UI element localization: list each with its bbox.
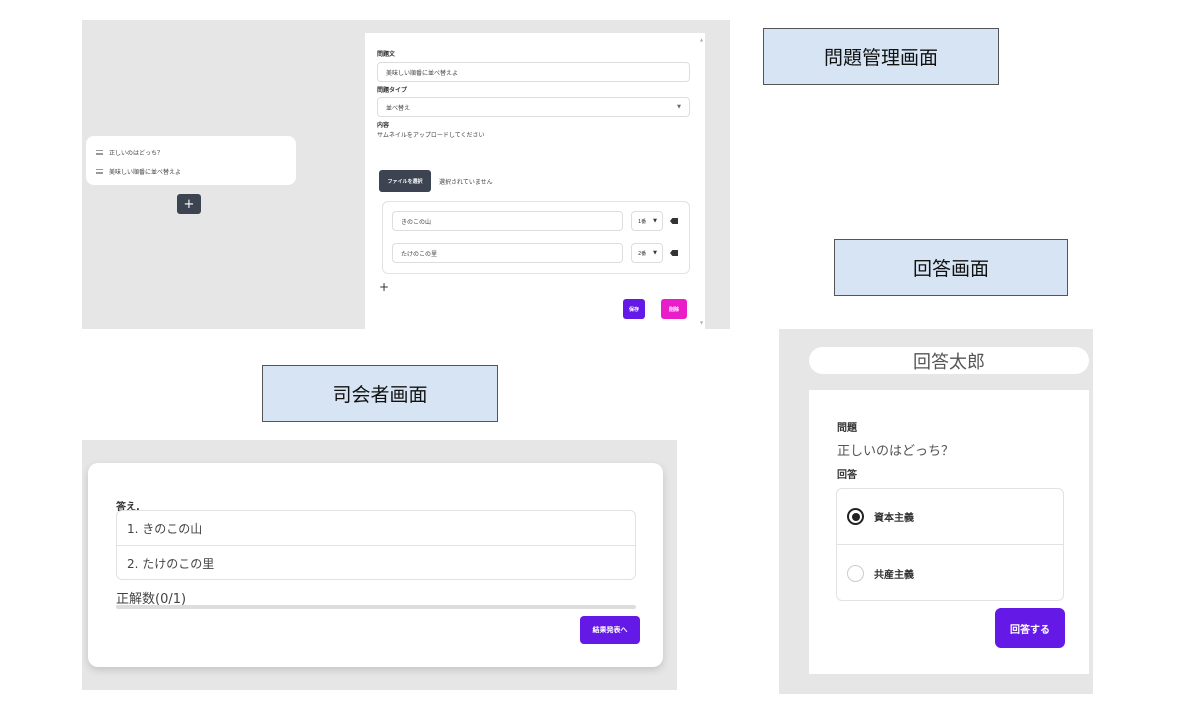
question-list-item-label: 美味しい順番に並べ替えよ: [109, 169, 182, 176]
order-select[interactable]: 2番 ▼: [631, 243, 663, 263]
scroll-down-icon[interactable]: ▼: [700, 320, 703, 325]
add-choice-button[interactable]: +: [379, 280, 389, 294]
save-button[interactable]: 保存: [623, 299, 645, 319]
question-text: 正しいのはどっち？: [837, 444, 955, 459]
drag-handle-icon[interactable]: [96, 169, 103, 174]
order-value: 1番: [638, 218, 647, 225]
caption-host-screen: 司会者画面: [262, 365, 498, 422]
question-list-item-label: 正しいのはどっち？: [109, 150, 164, 157]
answer-options: 資本主義 共産主義: [836, 488, 1064, 601]
chevron-down-icon: ▼: [653, 250, 657, 256]
chevron-down-icon: ▼: [677, 104, 681, 110]
caption-admin-screen: 問題管理画面: [763, 28, 999, 85]
question-text-input[interactable]: 美味しい順番に並べ替えよ: [377, 62, 690, 82]
list-item: 1. きのこの山: [117, 511, 635, 546]
question-editor: 問題文 美味しい順番に並べ替えよ 問題タイプ 並べ替え ▼ 内容 サムネイルをア…: [365, 33, 705, 329]
backspace-icon[interactable]: [670, 218, 678, 224]
option-capitalism[interactable]: 資本主義: [837, 489, 1063, 545]
question-list-item[interactable]: 美味しい順番に並べ替えよ: [96, 167, 181, 176]
order-select[interactable]: 1番 ▼: [631, 211, 663, 231]
answer-list: 1. きのこの山 2. たけのこの里: [116, 510, 636, 580]
choice-input[interactable]: たけのこの里: [392, 243, 623, 263]
answer-card: 問題 正しいのはどっち？ 回答 資本主義 共産主義 回答する: [809, 390, 1089, 674]
host-screen: 答え. 1. きのこの山 2. たけのこの里 正解数(0/1) 結果発表へ: [82, 440, 677, 690]
scroll-up-icon[interactable]: ▲: [700, 37, 703, 42]
host-card: 答え. 1. きのこの山 2. たけのこの里 正解数(0/1) 結果発表へ: [88, 463, 663, 667]
question-type-value: 並べ替え: [386, 104, 411, 112]
backspace-icon[interactable]: [670, 250, 678, 256]
submit-answer-button[interactable]: 回答する: [995, 608, 1065, 648]
scrollbar[interactable]: ▲ ▼: [699, 33, 705, 329]
drag-handle-icon[interactable]: [96, 150, 103, 155]
file-status-text: 選択されていません: [439, 179, 493, 186]
question-label: 問題: [837, 423, 857, 434]
question-text-label: 問題文: [377, 51, 396, 58]
option-label: 共産主義: [874, 569, 914, 581]
thumbnail-upload-text: サムネイルをアップロードしてください: [377, 132, 485, 139]
answerer-name: 回答太郎: [809, 347, 1089, 374]
admin-screen: 正しいのはどっち？ 美味しい順番に並べ替えよ + 問題文 美味しい順番に並べ替え…: [82, 20, 730, 329]
result-announce-button[interactable]: 結果発表へ: [580, 616, 640, 644]
choices-box: きのこの山 1番 ▼ たけのこの里 2番 ▼: [382, 201, 690, 274]
answer-screen: 回答太郎 問題 正しいのはどっち？ 回答 資本主義 共産主義 回答する: [779, 329, 1093, 694]
option-communism[interactable]: 共産主義: [837, 545, 1063, 601]
content-label: 内容: [377, 122, 390, 129]
option-label: 資本主義: [874, 513, 914, 524]
question-list-item[interactable]: 正しいのはどっち？: [96, 148, 163, 157]
delete-button[interactable]: 削除: [661, 299, 687, 319]
progress-bar: [116, 605, 636, 609]
radio-unchecked-icon[interactable]: [847, 564, 864, 582]
question-list: 正しいのはどっち？ 美味しい順番に並べ替えよ: [86, 136, 296, 185]
order-value: 2番: [638, 250, 647, 257]
answer-label: 回答: [837, 470, 857, 481]
caption-answer-screen: 回答画面: [834, 239, 1068, 296]
question-type-select[interactable]: 並べ替え ▼: [377, 97, 690, 117]
file-select-button[interactable]: ファイルを選択: [379, 170, 431, 192]
radio-checked-icon[interactable]: [847, 508, 864, 525]
choice-input[interactable]: きのこの山: [392, 211, 623, 231]
question-type-label: 問題タイプ: [377, 87, 408, 94]
add-question-button[interactable]: +: [177, 194, 201, 214]
list-item: 2. たけのこの里: [127, 557, 215, 571]
chevron-down-icon: ▼: [653, 218, 657, 224]
